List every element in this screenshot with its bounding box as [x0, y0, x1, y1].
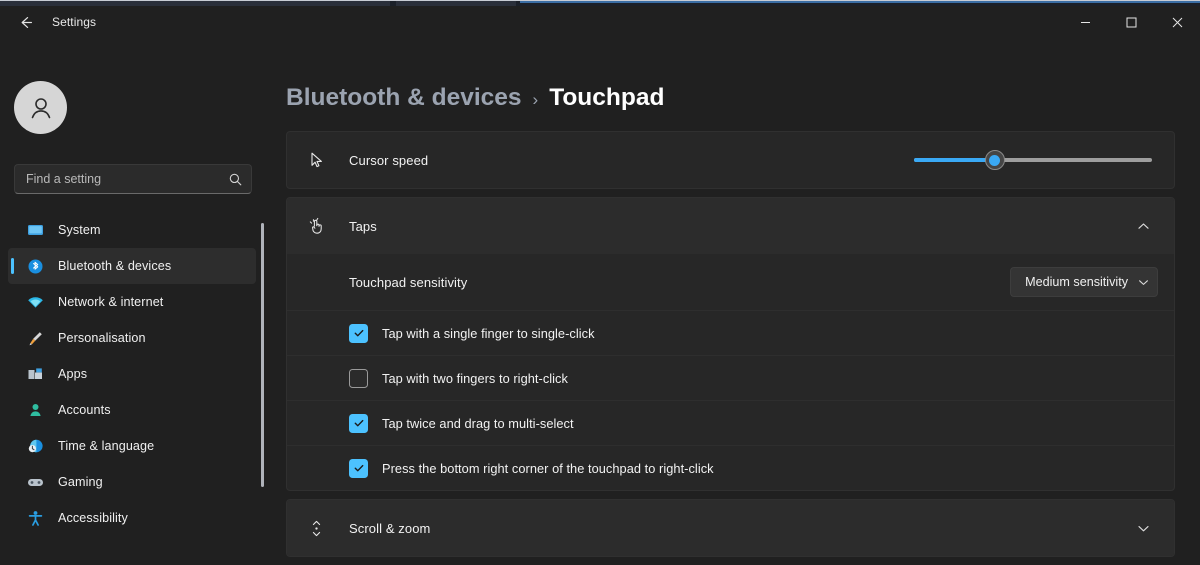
tap-option-row[interactable]: Tap twice and drag to multi-select [287, 400, 1174, 445]
tap-hand-icon [305, 217, 327, 236]
checkmark-icon [354, 464, 363, 472]
window-controls [1062, 6, 1200, 38]
minimize-icon [1080, 21, 1090, 23]
scroll-zoom-section-label: Scroll & zoom [349, 520, 431, 536]
scroll-zoom-section-header[interactable]: Scroll & zoom [287, 500, 1174, 556]
tap-option-row[interactable]: Tap with two fingers to right-click [287, 355, 1174, 400]
apps-icon [26, 365, 44, 383]
cursor-speed-slider[interactable] [914, 150, 1152, 170]
breadcrumb-parent-link[interactable]: Bluetooth & devices [286, 84, 522, 112]
checkmark-icon [354, 419, 363, 427]
sidebar-item-label: Personalisation [58, 331, 146, 345]
scroll-zoom-card: Scroll & zoom [286, 499, 1175, 557]
slider-fill [914, 158, 995, 162]
chevron-up-icon[interactable] [1128, 211, 1158, 241]
checkbox-unchecked[interactable] [349, 368, 368, 388]
sidebar-item-label: Accounts [58, 403, 111, 417]
monitor-icon [26, 221, 44, 239]
tap-option-label: Tap with two fingers to right-click [382, 370, 568, 386]
sidebar-item-label: System [58, 223, 101, 237]
touchpad-sensitivity-row: Touchpad sensitivity Medium sensitivity [287, 254, 1174, 310]
sidebar-item-label: Network & internet [58, 295, 164, 309]
sidebar-item-bluetooth-devices[interactable]: Bluetooth & devices [8, 248, 256, 284]
taps-section-header[interactable]: Taps [287, 198, 1174, 254]
scroll-vertical-icon [305, 519, 327, 538]
maximize-icon [1126, 17, 1136, 27]
sidebar-item-system[interactable]: System [8, 212, 256, 248]
sidebar-nav-list: System Bluetooth & devices Network & int… [8, 212, 256, 536]
checkbox-checked[interactable] [349, 323, 368, 343]
sidebar-item-apps[interactable]: Apps [8, 356, 256, 392]
wifi-icon [26, 293, 44, 311]
taps-card: Taps Touchpad sensitivity Medium sensiti… [286, 197, 1175, 491]
sidebar-item-time-language[interactable]: Time & language [8, 428, 256, 464]
sidebar-item-gaming[interactable]: Gaming [8, 464, 256, 500]
arrow-left-icon [21, 16, 32, 28]
close-button[interactable] [1154, 6, 1200, 38]
sidebar-item-label: Gaming [58, 475, 103, 489]
sidebar-item-accessibility[interactable]: Accessibility [8, 500, 256, 536]
search-icon [228, 172, 243, 187]
search-box[interactable] [14, 164, 252, 194]
paintbrush-icon [26, 329, 44, 347]
maximize-button[interactable] [1108, 6, 1154, 38]
tap-option-label: Tap with a single finger to single-click [382, 325, 595, 341]
cursor-speed-label: Cursor speed [349, 152, 429, 168]
breadcrumb-separator: › [532, 90, 539, 109]
window-body: System Bluetooth & devices [0, 38, 1200, 557]
cursor-arrow-icon [305, 151, 327, 170]
checkmark-icon [354, 329, 363, 337]
back-button[interactable] [6, 7, 46, 37]
cursor-speed-card: Cursor speed [286, 131, 1175, 189]
tap-option-label: Tap twice and drag to multi-select [382, 415, 574, 431]
avatar[interactable] [14, 81, 67, 134]
account-icon [26, 401, 44, 419]
dropdown-selected-value: Medium sensitivity [1025, 275, 1128, 289]
settings-window: Settings Find a setting System Bluetooth… [0, 6, 1200, 557]
window-title: Settings [52, 15, 97, 29]
taps-section-label: Taps [349, 218, 377, 234]
chevron-down-icon [1138, 277, 1149, 288]
breadcrumb: Bluetooth & devices › Touchpad [286, 84, 664, 112]
bluetooth-icon [26, 257, 44, 275]
touchpad-sensitivity-dropdown[interactable]: Medium sensitivity [1010, 267, 1158, 297]
slider-thumb[interactable] [984, 150, 1005, 170]
background-accent-bar [520, 1, 1200, 3]
settings-cards: Cursor speed Taps Touchpad sensitivity M… [286, 131, 1175, 565]
sidebar-item-label: Apps [58, 367, 88, 381]
checkbox-checked[interactable] [349, 458, 368, 478]
sidebar: System Bluetooth & devices [0, 38, 280, 526]
person-avatar-icon [31, 97, 50, 118]
clock-globe-icon [26, 437, 44, 455]
cursor-speed-row[interactable]: Cursor speed [287, 132, 1174, 188]
title-bar: Settings [0, 6, 1200, 38]
sidebar-item-accounts[interactable]: Accounts [8, 392, 256, 428]
sidebar-item-label: Accessibility [58, 511, 128, 525]
search-input[interactable] [26, 172, 228, 186]
tap-option-label: Press the bottom right corner of the tou… [382, 460, 714, 476]
sidebar-item-label: Bluetooth & devices [58, 259, 172, 273]
minimize-button[interactable] [1062, 6, 1108, 38]
page-title: Touchpad [549, 84, 665, 111]
touchpad-sensitivity-label: Touchpad sensitivity [349, 274, 468, 290]
close-icon [1172, 17, 1182, 27]
content-pane: Bluetooth & devices › Touchpad Cursor sp… [280, 38, 1200, 557]
checkbox-checked[interactable] [349, 413, 368, 433]
accessibility-icon [26, 509, 44, 527]
gamepad-icon [26, 473, 44, 491]
tap-option-row[interactable]: Press the bottom right corner of the tou… [287, 445, 1174, 490]
sidebar-scrollbar[interactable] [261, 223, 264, 487]
sidebar-item-personalisation[interactable]: Personalisation [8, 320, 256, 356]
sidebar-item-network-internet[interactable]: Network & internet [8, 284, 256, 320]
sidebar-item-label: Time & language [58, 439, 155, 453]
tap-option-row[interactable]: Tap with a single finger to single-click [287, 310, 1174, 355]
chevron-down-icon[interactable] [1128, 513, 1158, 543]
